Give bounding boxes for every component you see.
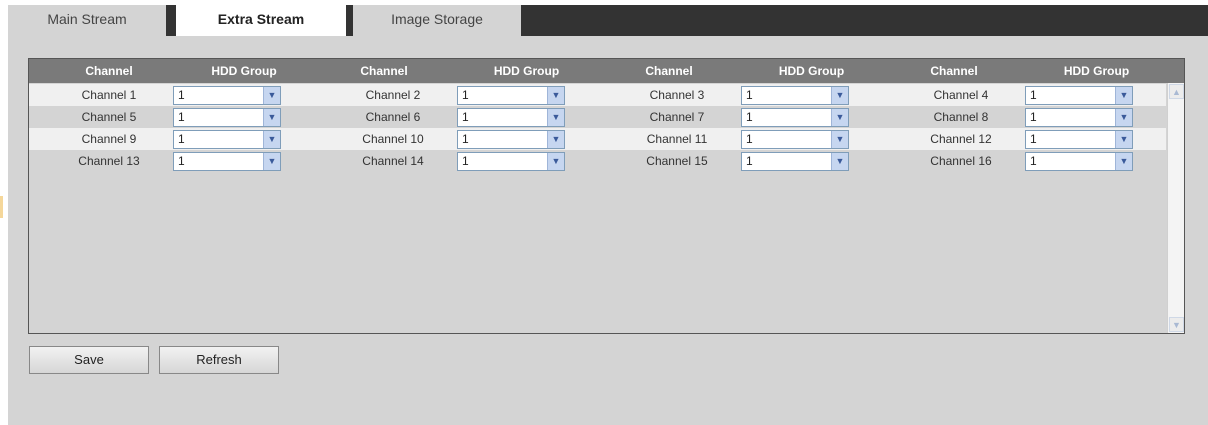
hdd-group-value: 1 <box>178 88 185 102</box>
header-channel: Channel <box>85 64 133 78</box>
channel-label: Channel 8 <box>933 110 989 124</box>
hdd-group-select[interactable]: 1 ▼ <box>173 130 281 149</box>
tab-image-storage[interactable]: Image Storage <box>353 5 521 36</box>
header-channel: Channel <box>645 64 693 78</box>
channel-label: Channel 15 <box>646 154 708 168</box>
header-channel: Channel <box>360 64 408 78</box>
hdd-group-value: 1 <box>1030 110 1037 124</box>
chevron-down-icon[interactable]: ▼ <box>1115 131 1132 148</box>
hdd-group-value: 1 <box>178 154 185 168</box>
hdd-group-value: 1 <box>462 132 469 146</box>
tab-main-stream[interactable]: Main Stream <box>8 5 166 36</box>
hdd-group-select[interactable]: 1 ▼ <box>173 86 281 105</box>
table-row: Channel 9 1 ▼ Channel 10 1 ▼ Channel 11 1 ▼ Chann… <box>29 128 1166 150</box>
table-row: Channel 5 1 ▼ Channel 6 1 ▼ Channel 7 1 ▼ Channel… <box>29 106 1166 128</box>
hdd-group-select[interactable]: 1 ▼ <box>741 108 849 127</box>
hdd-group-table: Channel HDD Group Channel HDD Group Chan… <box>28 58 1185 334</box>
channel-label: Channel 5 <box>81 110 137 124</box>
channel-label: Channel 16 <box>930 154 992 168</box>
hdd-group-select[interactable]: 1 ▼ <box>457 152 565 171</box>
hdd-group-select[interactable]: 1 ▼ <box>1025 86 1133 105</box>
hdd-group-value: 1 <box>746 132 753 146</box>
channel-label: Channel 3 <box>649 88 705 102</box>
chevron-down-icon[interactable]: ▼ <box>547 131 564 148</box>
channel-label: Channel 4 <box>933 88 989 102</box>
hdd-group-select[interactable]: 1 ▼ <box>457 86 565 105</box>
channel-label: Channel 13 <box>78 154 140 168</box>
table-row: Channel 13 1 ▼ Channel 14 1 ▼ Channel 15 1 ▼ Chan… <box>29 150 1166 172</box>
hdd-group-select[interactable]: 1 ▼ <box>457 130 565 149</box>
chevron-down-icon[interactable]: ▼ <box>1115 109 1132 126</box>
chevron-down-icon[interactable]: ▼ <box>1115 87 1132 104</box>
table-header: Channel HDD Group Channel HDD Group Chan… <box>29 59 1184 83</box>
channel-label: Channel 9 <box>81 132 137 146</box>
tab-extra-stream[interactable]: Extra Stream <box>176 5 346 39</box>
hdd-group-value: 1 <box>462 88 469 102</box>
header-hdd-group: HDD Group <box>493 64 560 78</box>
chevron-down-icon[interactable]: ▼ <box>263 131 280 148</box>
hdd-group-select[interactable]: 1 ▼ <box>1025 130 1133 149</box>
save-button[interactable]: Save <box>29 346 149 374</box>
chevron-down-icon[interactable]: ▼ <box>831 131 848 148</box>
hdd-group-select[interactable]: 1 ▼ <box>741 130 849 149</box>
chevron-down-icon[interactable]: ▼ <box>263 153 280 170</box>
channel-label: Channel 7 <box>649 110 705 124</box>
hdd-group-value: 1 <box>178 132 185 146</box>
chevron-down-icon[interactable]: ▼ <box>263 87 280 104</box>
edge-marker <box>0 196 3 218</box>
header-channel: Channel <box>930 64 978 78</box>
hdd-group-value: 1 <box>746 110 753 124</box>
channel-label: Channel 6 <box>365 110 421 124</box>
hdd-group-select[interactable]: 1 ▼ <box>1025 152 1133 171</box>
hdd-group-select[interactable]: 1 ▼ <box>457 108 565 127</box>
channel-label: Channel 10 <box>362 132 424 146</box>
hdd-group-value: 1 <box>462 154 469 168</box>
vertical-scrollbar[interactable]: ▲ ▼ <box>1167 83 1184 333</box>
channel-label: Channel 12 <box>930 132 992 146</box>
header-hdd-group: HDD Group <box>211 64 277 78</box>
hdd-group-select[interactable]: 1 ▼ <box>741 152 849 171</box>
hdd-group-value: 1 <box>178 110 185 124</box>
chevron-down-icon[interactable]: ▼ <box>831 109 848 126</box>
hdd-group-value: 1 <box>1030 154 1037 168</box>
channel-label: Channel 11 <box>646 132 708 146</box>
extra-stream-panel: Channel HDD Group Channel HDD Group Chan… <box>8 36 1208 425</box>
chevron-down-icon[interactable]: ▼ <box>1115 153 1132 170</box>
table-row: Channel 1 1 ▼ Channel 2 1 ▼ Channel 3 1 ▼ Channel… <box>29 84 1166 106</box>
chevron-down-icon[interactable]: ▼ <box>263 109 280 126</box>
hdd-group-value: 1 <box>462 110 469 124</box>
tab-bar: Main Stream Extra Stream Image Storage <box>8 5 1208 39</box>
refresh-button[interactable]: Refresh <box>159 346 279 374</box>
chevron-down-icon[interactable]: ▼ <box>831 87 848 104</box>
chevron-down-icon[interactable]: ▼ <box>547 153 564 170</box>
chevron-down-icon[interactable]: ▼ <box>547 87 564 104</box>
hdd-group-select[interactable]: 1 ▼ <box>173 152 281 171</box>
header-hdd-group: HDD Group <box>778 64 845 78</box>
hdd-group-value: 1 <box>1030 132 1037 146</box>
hdd-group-select[interactable]: 1 ▼ <box>173 108 281 127</box>
hdd-group-value: 1 <box>746 88 753 102</box>
channel-label: Channel 1 <box>81 88 137 102</box>
chevron-down-icon[interactable]: ▼ <box>547 109 564 126</box>
hdd-group-value: 1 <box>746 154 753 168</box>
scroll-down-icon[interactable]: ▼ <box>1169 317 1184 332</box>
channel-label: Channel 2 <box>365 88 421 102</box>
header-hdd-group: HDD Group <box>1063 64 1130 78</box>
chevron-down-icon[interactable]: ▼ <box>831 153 848 170</box>
scroll-up-icon[interactable]: ▲ <box>1169 84 1184 99</box>
hdd-group-value: 1 <box>1030 88 1037 102</box>
hdd-group-select[interactable]: 1 ▼ <box>741 86 849 105</box>
hdd-group-select[interactable]: 1 ▼ <box>1025 108 1133 127</box>
channel-label: Channel 14 <box>362 154 424 168</box>
